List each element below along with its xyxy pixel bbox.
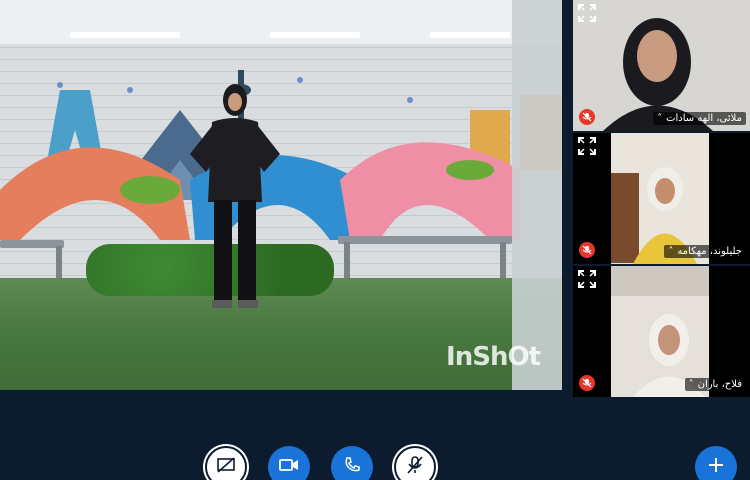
call-button[interactable] xyxy=(331,446,373,480)
expand-icon[interactable] xyxy=(577,3,597,23)
mic-muted-icon xyxy=(579,375,595,391)
participant-name: ملائی، الهه سادات xyxy=(666,113,742,124)
presenter-figure xyxy=(190,84,280,308)
expand-icon[interactable] xyxy=(577,269,597,289)
mic-off-icon xyxy=(406,455,424,479)
mic-muted-icon xyxy=(579,109,595,125)
screen-share-off-icon xyxy=(216,456,236,478)
shared-video-feed: InShOt xyxy=(0,0,562,390)
bench xyxy=(0,240,64,248)
video-watermark: InShOt xyxy=(446,342,541,372)
chevron-up-icon[interactable]: ˄ xyxy=(657,113,662,124)
plus-icon xyxy=(707,456,725,478)
chevron-up-icon[interactable]: ˄ xyxy=(668,246,673,257)
bench xyxy=(338,236,512,244)
participant-name-bar: ˄ ملائی، الهه سادات xyxy=(653,112,746,125)
chevron-up-icon[interactable]: ˄ xyxy=(689,379,694,390)
video-edge-strip xyxy=(512,0,562,390)
participant-tile[interactable]: ˄ ملائی، الهه سادات xyxy=(573,0,750,131)
participant-tile[interactable]: ˄ فلاح، باران xyxy=(573,266,750,397)
video-camera-icon xyxy=(278,457,300,477)
video-ceiling xyxy=(0,0,562,44)
participant-name: فلاح، باران xyxy=(697,379,742,390)
add-button[interactable] xyxy=(695,446,737,480)
participant-name-bar: ˄ جلیلوند، مهکامه xyxy=(664,245,746,258)
video-toggle-button[interactable] xyxy=(268,446,310,480)
participant-name-bar: ˄ فلاح، باران xyxy=(684,378,746,391)
mic-muted-icon xyxy=(579,242,595,258)
participant-name: جلیلوند، مهکامه xyxy=(677,246,742,257)
screen-share-button[interactable] xyxy=(205,446,247,480)
mic-toggle-button[interactable] xyxy=(394,446,436,480)
phone-icon xyxy=(343,456,361,478)
expand-icon[interactable] xyxy=(577,136,597,156)
participant-tile[interactable]: ˄ جلیلوند، مهکامه xyxy=(573,133,750,264)
